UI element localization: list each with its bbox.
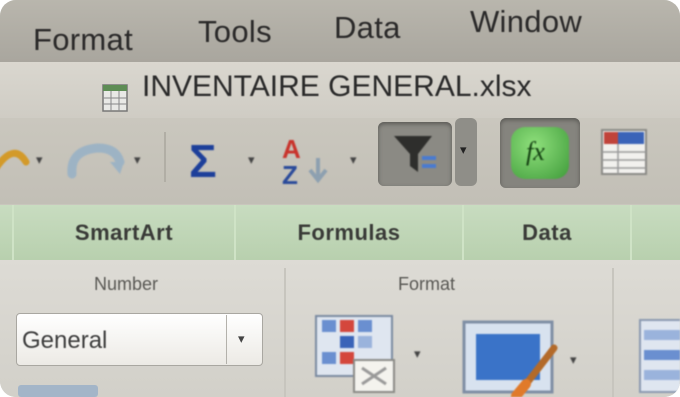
- filter-options-button[interactable]: ▾: [455, 118, 477, 186]
- number-format-value: General: [22, 327, 108, 354]
- autosum-icon[interactable]: Σ: [189, 134, 217, 188]
- conditional-formatting-dropdown-icon[interactable]: ▾: [414, 346, 421, 362]
- group-label-format: Format: [398, 274, 456, 294]
- svg-text:Z: Z: [282, 160, 298, 188]
- redo-icon[interactable]: [64, 138, 128, 182]
- filter-icon: [394, 136, 436, 172]
- group-label-number: Number: [94, 274, 159, 294]
- formula-builder-button[interactable]: fx: [500, 118, 580, 188]
- gallery-icon[interactable]: [598, 126, 650, 178]
- ribbon-group-separator: [284, 268, 286, 397]
- filter-button[interactable]: [378, 122, 452, 186]
- cell-styles-icon[interactable]: [462, 318, 562, 397]
- filter-dropdown-icon: ▾: [460, 142, 467, 157]
- chevron-down-icon: ▾: [238, 331, 245, 346]
- ribbon-group-separator: [612, 268, 614, 397]
- formula-builder-symbol: fx: [526, 137, 545, 166]
- cell-styles-dropdown-icon[interactable]: ▾: [570, 352, 577, 368]
- menu-format[interactable]: Format: [33, 22, 133, 58]
- tab-formulas[interactable]: Formulas: [236, 205, 462, 260]
- autosum-dropdown-icon[interactable]: ▾: [248, 152, 255, 168]
- undo-icon[interactable]: [0, 138, 30, 182]
- formula-builder-icon: fx: [511, 127, 569, 179]
- sort-ascending-icon[interactable]: A Z: [278, 132, 344, 188]
- menu-tools[interactable]: Tools: [198, 14, 272, 50]
- insert-cells-icon[interactable]: [636, 316, 680, 397]
- number-format-dropdown-button[interactable]: ▾: [226, 315, 261, 364]
- excel-document-icon: [102, 84, 128, 112]
- toolbar-separator: [164, 132, 166, 182]
- tab-smartart[interactable]: SmartArt: [14, 205, 234, 260]
- menu-data[interactable]: Data: [334, 10, 401, 46]
- undo-dropdown-icon[interactable]: ▾: [36, 152, 43, 168]
- redo-dropdown-icon[interactable]: ▾: [134, 152, 141, 168]
- conditional-formatting-icon[interactable]: [314, 312, 396, 394]
- sort-dropdown-icon[interactable]: ▾: [350, 152, 357, 168]
- document-title: INVENTAIRE GENERAL.xlsx: [142, 70, 532, 103]
- tab-data[interactable]: Data: [464, 205, 630, 260]
- number-format-button[interactable]: [18, 385, 98, 397]
- menu-window[interactable]: Window: [470, 4, 582, 40]
- screen-frame: Format Tools Data Window INVENTAIRE GENE…: [0, 0, 680, 397]
- ribbon-tab-separator: [630, 205, 632, 260]
